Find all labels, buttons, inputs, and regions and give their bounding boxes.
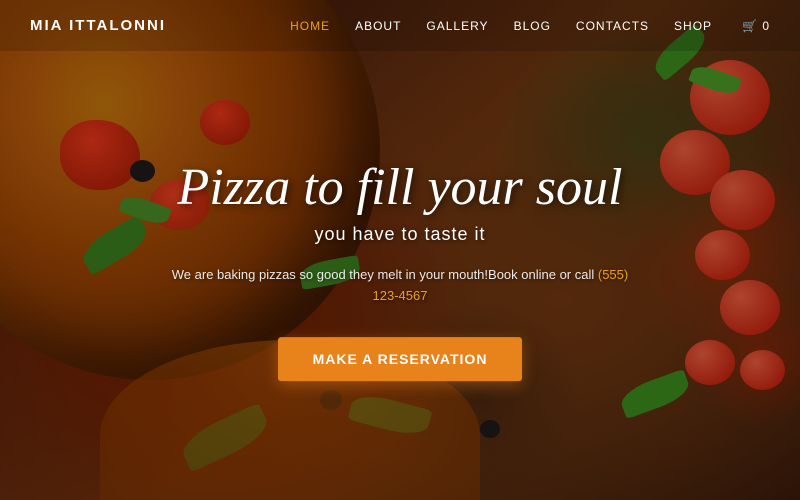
nav-link-shop[interactable]: SHOP [674, 19, 712, 33]
nav-link-contacts[interactable]: CONTACTS [576, 19, 649, 33]
nav-link-home[interactable]: HOME [290, 19, 330, 33]
brand-name: MIA ITTALONNI [30, 17, 290, 34]
nav-item-gallery[interactable]: GALLERY [426, 17, 488, 35]
hero-description: We are baking pizzas so good they melt i… [160, 265, 640, 307]
nav-item-blog[interactable]: BLOG [514, 17, 551, 35]
nav-item-about[interactable]: ABOUT [355, 17, 401, 35]
hero-content: Pizza to fill your soul you have to tast… [160, 159, 640, 381]
hero-section: MIA ITTALONNI HOME ABOUT GALLERY BLOG CO… [0, 0, 800, 500]
nav-link-blog[interactable]: BLOG [514, 19, 551, 33]
reservation-button[interactable]: Make a Reservation [278, 337, 523, 381]
nav-item-home[interactable]: HOME [290, 17, 330, 35]
hero-desc-text: We are baking pizzas so good they melt i… [172, 267, 598, 282]
nav-links: HOME ABOUT GALLERY BLOG CONTACTS SHOP 🛒 … [290, 17, 770, 35]
cart-link[interactable]: 🛒 0 [742, 19, 770, 33]
nav-item-contacts[interactable]: CONTACTS [576, 17, 649, 35]
nav-item-cart[interactable]: 🛒 0 [737, 17, 770, 35]
nav-link-about[interactable]: ABOUT [355, 19, 401, 33]
nav-link-gallery[interactable]: GALLERY [426, 19, 488, 33]
hero-subtitle: you have to taste it [160, 224, 640, 245]
navbar: MIA ITTALONNI HOME ABOUT GALLERY BLOG CO… [0, 0, 800, 51]
nav-item-shop[interactable]: SHOP [674, 17, 712, 35]
hero-title: Pizza to fill your soul [160, 159, 640, 216]
